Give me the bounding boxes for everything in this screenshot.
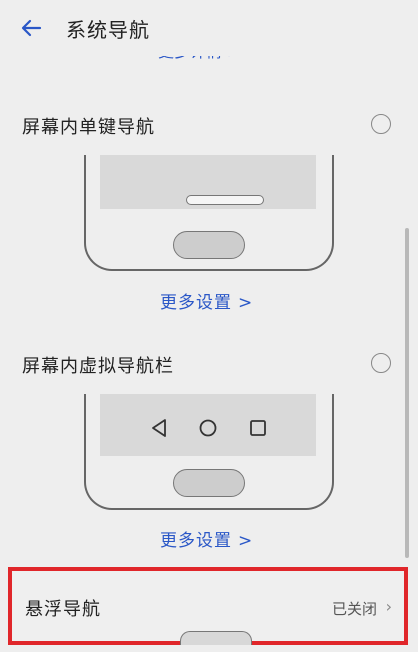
more-settings-link-virtual-bar[interactable]: 更多设置 > [160,526,253,551]
option-title-virtual-bar: 屏幕内虚拟导航栏 [22,356,174,377]
chevron-right-icon: > [238,531,254,551]
home-key [173,469,245,497]
floating-navigation-label: 悬浮导航 [25,599,101,620]
more-settings-label: 更多设置 [160,531,232,551]
virtual-nav-keys [100,418,316,438]
radio-single-key[interactable] [371,114,391,134]
phone-screen [100,155,316,209]
option-title-single-key: 屏幕内单键导航 [22,117,155,138]
radio-virtual-bar[interactable] [371,353,391,373]
chevron-right-icon: › [385,597,392,616]
chevron-right-icon: > [238,293,254,313]
arrow-left-icon [21,19,42,37]
partial-illustration [180,631,252,645]
recents-square-icon [250,420,266,436]
single-key-illustration [84,155,334,271]
virtual-bar-illustration [84,394,334,510]
app-header: 系统导航 [0,0,418,56]
floating-navigation-status: 已关闭 [331,600,377,618]
back-button[interactable] [18,14,46,42]
more-settings-link-single-key[interactable]: 更多设置 > [160,288,253,313]
scrollbar[interactable] [405,228,409,558]
phone-screen [100,394,316,456]
floating-navigation-row[interactable]: 悬浮导航 已关闭 › [8,567,408,645]
back-triangle-icon [152,419,166,437]
home-key [173,231,245,259]
more-settings-label: 更多设置 [160,293,232,313]
gesture-bar [186,195,264,205]
page-title: 系统导航 [66,18,150,42]
home-circle-icon [199,419,217,437]
